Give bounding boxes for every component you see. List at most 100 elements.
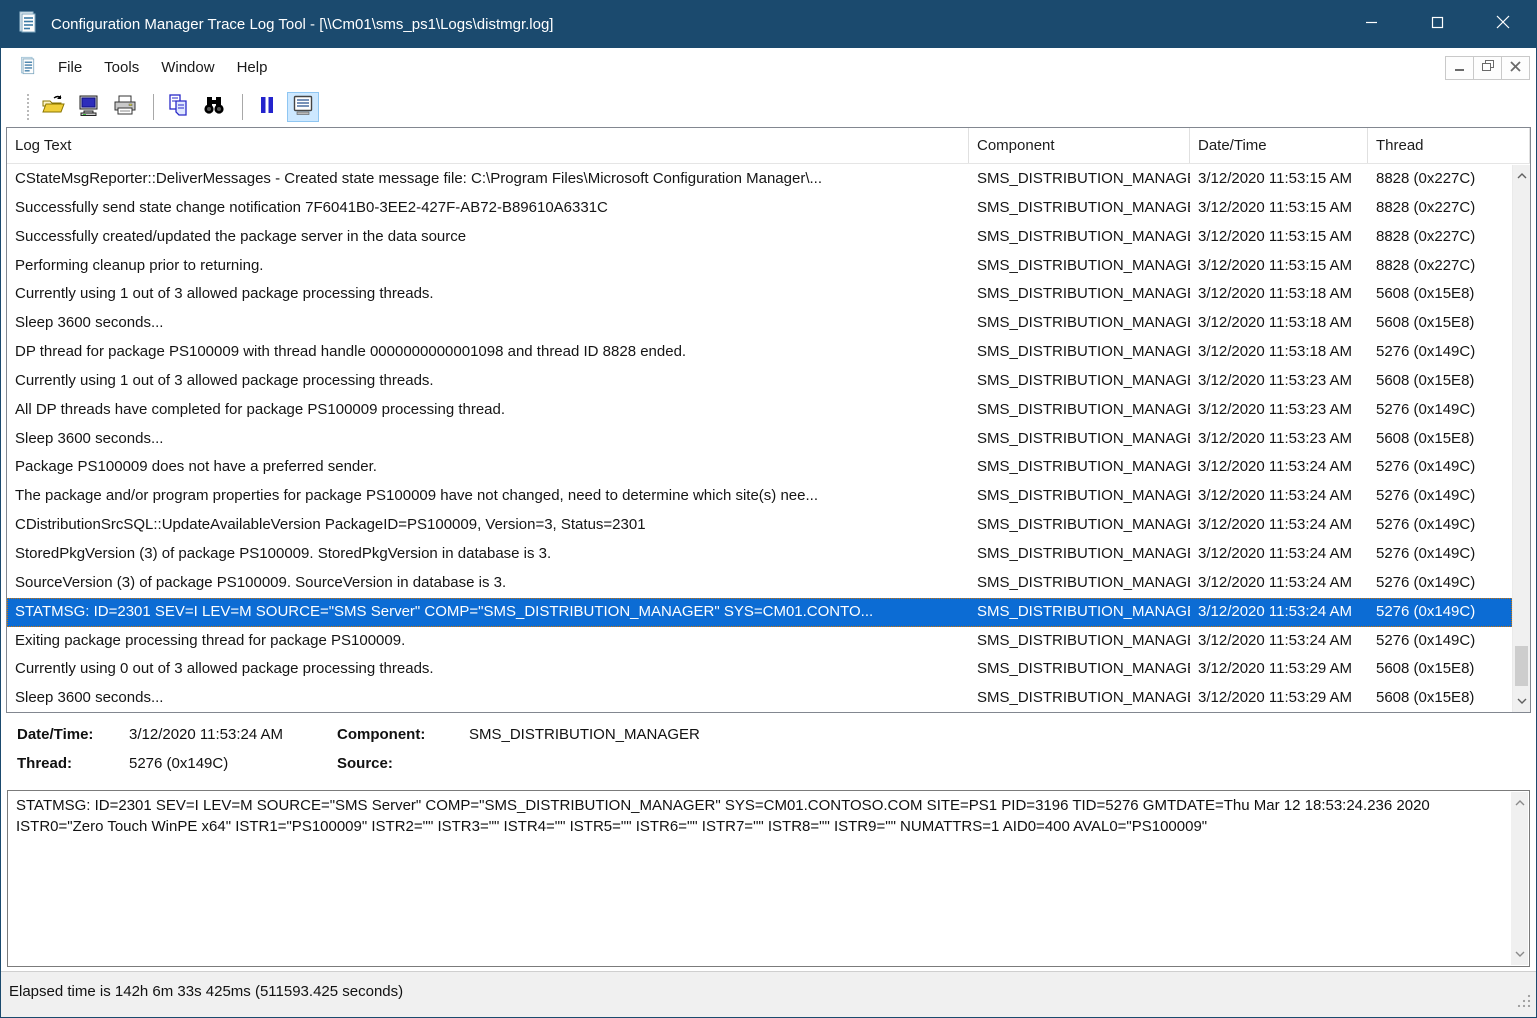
table-row[interactable]: STATMSG: ID=2301 SEV=I LEV=M SOURCE="SMS… xyxy=(7,598,1512,627)
cell-text: Currently using 1 out of 3 allowed packa… xyxy=(7,280,969,309)
detail-component-value: SMS_DISTRIBUTION_MANAGER xyxy=(469,726,700,743)
cell-component: SMS_DISTRIBUTION_MANAGER xyxy=(969,655,1190,684)
cell-component: SMS_DISTRIBUTION_MANAGER xyxy=(969,338,1190,367)
table-row[interactable]: Currently using 0 out of 3 allowed packa… xyxy=(7,655,1512,684)
copy-button[interactable] xyxy=(162,92,194,122)
scroll-down-icon[interactable] xyxy=(1513,692,1530,710)
cell-text: Performing cleanup prior to returning. xyxy=(7,252,969,281)
log-table-body: CStateMsgReporter::DeliverMessages - Cre… xyxy=(7,165,1512,712)
pause-button[interactable] xyxy=(251,92,283,122)
table-row[interactable]: DP thread for package PS100009 with thre… xyxy=(7,338,1512,367)
cell-text: CDistributionSrcSQL::UpdateAvailableVers… xyxy=(7,511,969,540)
window-title: Configuration Manager Trace Log Tool - [… xyxy=(51,16,553,33)
table-row[interactable]: CDistributionSrcSQL::UpdateAvailableVers… xyxy=(7,511,1512,540)
menu-help[interactable]: Help xyxy=(226,53,279,82)
pause-icon xyxy=(257,95,277,120)
table-row[interactable]: Sleep 3600 seconds...SMS_DISTRIBUTION_MA… xyxy=(7,309,1512,338)
detail-datetime-label: Date/Time: xyxy=(17,726,93,743)
cell-thread: 8828 (0x227C) xyxy=(1368,252,1512,281)
menu-file[interactable]: File xyxy=(47,53,93,82)
maximize-button[interactable] xyxy=(1404,1,1470,48)
table-row[interactable]: The package and/or program properties fo… xyxy=(7,482,1512,511)
detail-thread-label: Thread: xyxy=(17,755,72,772)
cell-datetime: 3/12/2020 11:53:24 AM xyxy=(1190,598,1368,627)
column-header-component[interactable]: Component xyxy=(969,128,1190,163)
statusbar: Elapsed time is 142h 6m 33s 425ms (51159… xyxy=(1,971,1536,1017)
mdi-restore-icon xyxy=(1482,59,1494,77)
cell-text: Currently using 1 out of 3 allowed packa… xyxy=(7,367,969,396)
detail-scroll-down-icon[interactable] xyxy=(1511,945,1528,963)
mdi-restore-button[interactable] xyxy=(1473,56,1502,80)
log-table-header: Log Text Component Date/Time Thread xyxy=(7,128,1530,164)
column-header-datetime[interactable]: Date/Time xyxy=(1190,128,1368,163)
open-log-button[interactable] xyxy=(37,92,69,122)
error-lookup-button[interactable] xyxy=(287,92,319,122)
cell-thread: 5276 (0x149C) xyxy=(1368,396,1512,425)
error-lookup-icon xyxy=(291,93,315,122)
cell-thread: 5608 (0x15E8) xyxy=(1368,684,1512,712)
cell-datetime: 3/12/2020 11:53:23 AM xyxy=(1190,396,1368,425)
cell-thread: 5276 (0x149C) xyxy=(1368,511,1512,540)
detail-component-label: Component: xyxy=(337,726,425,743)
detail-pane: Date/Time: 3/12/2020 11:53:24 AM Compone… xyxy=(1,713,1536,790)
detail-thread-value: 5276 (0x149C) xyxy=(129,755,228,772)
log-scrollbar-thumb[interactable] xyxy=(1515,646,1528,686)
table-row[interactable]: CStateMsgReporter::DeliverMessages - Cre… xyxy=(7,165,1512,194)
detail-scrollbar[interactable] xyxy=(1511,792,1528,965)
table-row[interactable]: Sleep 3600 seconds...SMS_DISTRIBUTION_MA… xyxy=(7,684,1512,712)
cell-datetime: 3/12/2020 11:53:29 AM xyxy=(1190,655,1368,684)
cell-thread: 8828 (0x227C) xyxy=(1368,194,1512,223)
table-row[interactable]: Sleep 3600 seconds...SMS_DISTRIBUTION_MA… xyxy=(7,425,1512,454)
table-row[interactable]: Currently using 1 out of 3 allowed packa… xyxy=(7,367,1512,396)
table-row[interactable]: Successfully send state change notificat… xyxy=(7,194,1512,223)
cmtrace-window: Configuration Manager Trace Log Tool - [… xyxy=(0,0,1537,1018)
close-button[interactable] xyxy=(1470,1,1536,48)
cell-datetime: 3/12/2020 11:53:24 AM xyxy=(1190,627,1368,656)
cell-datetime: 3/12/2020 11:53:18 AM xyxy=(1190,309,1368,338)
cell-text: Successfully send state change notificat… xyxy=(7,194,969,223)
table-row[interactable]: Currently using 1 out of 3 allowed packa… xyxy=(7,280,1512,309)
printer-icon xyxy=(113,93,137,122)
table-row[interactable]: All DP threads have completed for packag… xyxy=(7,396,1512,425)
cell-text: DP thread for package PS100009 with thre… xyxy=(7,338,969,367)
scroll-up-icon[interactable] xyxy=(1513,167,1530,185)
log-table: Log Text Component Date/Time Thread CSta… xyxy=(6,127,1531,713)
menu-tools[interactable]: Tools xyxy=(93,53,150,82)
cell-thread: 5276 (0x149C) xyxy=(1368,338,1512,367)
find-button[interactable] xyxy=(198,92,230,122)
log-scrollbar[interactable] xyxy=(1512,165,1530,712)
detail-scroll-up-icon[interactable] xyxy=(1511,794,1528,812)
cell-thread: 5276 (0x149C) xyxy=(1368,569,1512,598)
cell-component: SMS_DISTRIBUTION_MANAGER xyxy=(969,252,1190,281)
resize-grip-icon[interactable] xyxy=(1517,993,1531,1012)
toolbar-grip[interactable] xyxy=(27,94,29,120)
column-header-thread[interactable]: Thread xyxy=(1368,128,1530,163)
column-header-logtext[interactable]: Log Text xyxy=(7,128,969,163)
menu-window[interactable]: Window xyxy=(150,53,225,82)
cell-text: STATMSG: ID=2301 SEV=I LEV=M SOURCE="SMS… xyxy=(7,598,969,627)
table-row[interactable]: Exiting package processing thread for pa… xyxy=(7,627,1512,656)
cell-thread: 8828 (0x227C) xyxy=(1368,165,1512,194)
cell-thread: 5276 (0x149C) xyxy=(1368,482,1512,511)
cell-thread: 5608 (0x15E8) xyxy=(1368,280,1512,309)
cell-thread: 8828 (0x227C) xyxy=(1368,223,1512,252)
cell-datetime: 3/12/2020 11:53:29 AM xyxy=(1190,684,1368,712)
print-button[interactable] xyxy=(109,92,141,122)
detail-message-box[interactable]: STATMSG: ID=2301 SEV=I LEV=M SOURCE="SMS… xyxy=(7,790,1530,967)
open-remote-button[interactable] xyxy=(73,92,105,122)
cell-component: SMS_DISTRIBUTION_MANAGER xyxy=(969,280,1190,309)
mdi-minimize-button[interactable] xyxy=(1445,56,1474,80)
cell-text: Sleep 3600 seconds... xyxy=(7,425,969,454)
mdi-close-button[interactable] xyxy=(1501,56,1530,80)
table-row[interactable]: Performing cleanup prior to returning.SM… xyxy=(7,252,1512,281)
table-row[interactable]: Successfully created/updated the package… xyxy=(7,223,1512,252)
menubar: FileToolsWindowHelp xyxy=(1,48,1536,87)
cell-component: SMS_DISTRIBUTION_MANAGER xyxy=(969,223,1190,252)
table-row[interactable]: StoredPkgVersion (3) of package PS100009… xyxy=(7,540,1512,569)
minimize-icon xyxy=(1365,16,1378,34)
minimize-button[interactable] xyxy=(1338,1,1404,48)
table-row[interactable]: SourceVersion (3) of package PS100009. S… xyxy=(7,569,1512,598)
table-row[interactable]: Package PS100009 does not have a preferr… xyxy=(7,453,1512,482)
cell-datetime: 3/12/2020 11:53:24 AM xyxy=(1190,540,1368,569)
cell-datetime: 3/12/2020 11:53:15 AM xyxy=(1190,194,1368,223)
